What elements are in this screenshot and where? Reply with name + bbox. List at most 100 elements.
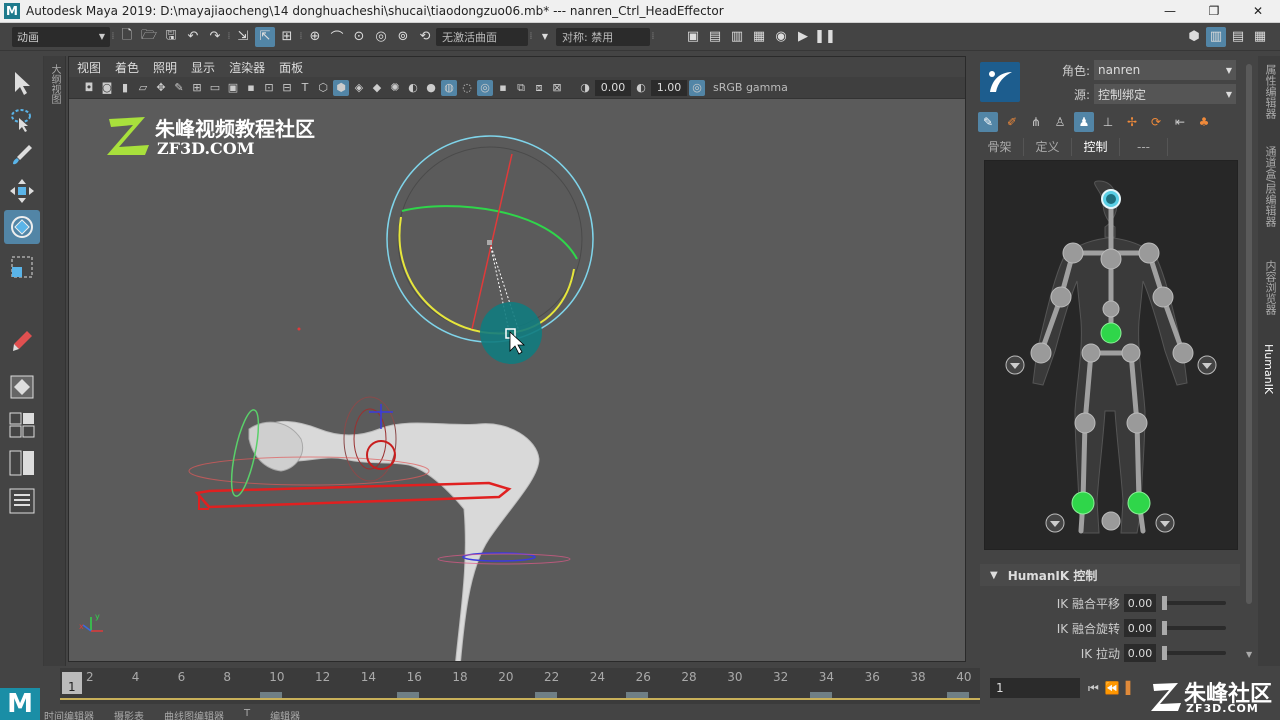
menu-panels[interactable]: 面板	[279, 59, 303, 76]
joint-right-shoulder[interactable]	[1138, 242, 1160, 264]
tab-graph-editor[interactable]: 曲线图编辑器	[164, 708, 224, 720]
shadows-icon[interactable]: ◐	[405, 80, 421, 96]
body-part-icon[interactable]: ♙	[1050, 112, 1070, 132]
joint-spine[interactable]	[1102, 300, 1120, 318]
character-dropdown[interactable]: nanren ▼	[1094, 60, 1236, 80]
workspace-toolsettings-icon[interactable]: ▦	[1250, 27, 1270, 47]
ik-blend-rotate-slider[interactable]	[1162, 621, 1226, 635]
select-edit-ik-icon[interactable]: ✐	[1002, 112, 1022, 132]
wireframe-on-shaded-icon[interactable]: ◈	[351, 80, 367, 96]
two-d-pan-icon[interactable]: ✥	[153, 80, 169, 96]
select-object-icon[interactable]: ⇱	[255, 26, 275, 47]
exposure-icon[interactable]: ◑	[577, 80, 593, 96]
current-frame-field[interactable]: 1	[990, 678, 1080, 698]
arnold-render-icon[interactable]: ▶	[793, 27, 813, 47]
joint-right-hip[interactable]	[1121, 343, 1141, 363]
joint-left-elbow[interactable]	[1050, 286, 1072, 308]
xray-icon[interactable]: ◍	[441, 79, 457, 96]
paint-select-tool-icon[interactable]	[4, 138, 40, 172]
pin-reach-icon[interactable]: ♣	[1194, 112, 1214, 132]
full-body-icon[interactable]: ⋔	[1026, 112, 1046, 132]
source-dropdown[interactable]: 控制绑定 ▼	[1094, 84, 1236, 104]
camera-select-icon[interactable]: ◘	[81, 80, 97, 96]
ik-blend-translate-slider[interactable]	[1162, 596, 1226, 610]
layout-four-icon[interactable]	[4, 408, 40, 442]
tab-more[interactable]: ---	[1120, 138, 1168, 156]
symmetry-caret-icon[interactable]: ▼	[535, 27, 555, 47]
multisample-icon[interactable]: ▪	[495, 80, 511, 96]
joint-left-wrist[interactable]	[1030, 342, 1052, 364]
hypershade-icon[interactable]: ◉	[771, 27, 791, 47]
snap-curve-icon[interactable]: ⌒	[327, 27, 347, 47]
sculpt-tool-icon[interactable]	[4, 324, 40, 358]
joint-left-shoulder[interactable]	[1062, 242, 1084, 264]
workspace-channel-icon[interactable]: ▤	[1228, 27, 1248, 47]
symmetry-dropdown[interactable]: 对称: 禁用	[556, 27, 650, 46]
joint-right-knee[interactable]	[1126, 412, 1148, 434]
ik-pull-slider[interactable]	[1162, 646, 1226, 660]
field-chart-icon[interactable]: ⊡	[261, 80, 277, 96]
grease-pencil-icon[interactable]: ✎	[171, 80, 187, 96]
tab-attribute-editor[interactable]: 属性编辑器	[1262, 64, 1278, 119]
pin-rotate-icon[interactable]: ⟳	[1146, 112, 1166, 132]
color-management-icon[interactable]: ◎	[689, 79, 705, 96]
tab-content-browser[interactable]: 内容浏览器	[1262, 260, 1278, 315]
workspace-attribute-icon[interactable]: ▥	[1206, 26, 1226, 47]
slider-knob[interactable]	[1162, 621, 1167, 635]
menu-show[interactable]: 显示	[191, 59, 215, 76]
motion-blur-icon[interactable]: ⧈	[531, 80, 547, 96]
step-back-frame-icon[interactable]: ▌	[1126, 681, 1135, 695]
rotate-manipulator[interactable]	[386, 135, 594, 364]
grid-icon[interactable]: ⊞	[189, 80, 205, 96]
joint-hips[interactable]	[1100, 322, 1122, 344]
camera-attributes-icon[interactable]: ◙	[99, 80, 115, 96]
minimize-button[interactable]: —	[1148, 0, 1192, 23]
image-plane-icon[interactable]: ▱	[135, 80, 151, 96]
bookmark-icon[interactable]: ▮	[117, 80, 133, 96]
ipr-render-icon[interactable]: ▥	[727, 27, 747, 47]
open-scene-icon[interactable]: 🗁	[139, 27, 159, 47]
joint-left-ankle[interactable]	[1071, 491, 1095, 515]
select-tool-icon[interactable]	[4, 66, 40, 100]
pinning-icon[interactable]: ⊥	[1098, 112, 1118, 132]
safe-title-icon[interactable]: T	[297, 80, 313, 96]
joint-left-hip[interactable]	[1081, 343, 1101, 363]
scale-tool-icon[interactable]	[4, 250, 40, 284]
viewport-3d[interactable]: 朱峰视频教程社区 ZF3D.COM y x	[69, 99, 965, 661]
time-slider[interactable]: 1 2 4 6 8 10 12 14 16 18 20 22 24 26 28 30 32 34 36 38 40	[60, 668, 1061, 704]
render-view-icon[interactable]: ▣	[683, 27, 703, 47]
scroll-down-icon[interactable]: ▼	[1246, 650, 1252, 659]
snap-view-icon[interactable]: ◎	[371, 27, 391, 47]
rotate-tool-icon[interactable]	[4, 210, 40, 244]
snap-vertex-icon[interactable]: ⟲	[415, 27, 435, 47]
undo-icon[interactable]: ↶	[183, 27, 203, 47]
tab-dope-sheet[interactable]: 摄影表	[114, 708, 144, 720]
selection-mode-icon[interactable]: ♟	[1074, 112, 1094, 132]
menu-lighting[interactable]: 照明	[153, 59, 177, 76]
snap-point-icon[interactable]: ⊙	[349, 27, 369, 47]
safe-action-icon[interactable]: ⊟	[279, 80, 295, 96]
layout-single-icon[interactable]	[4, 370, 40, 404]
tab-definition[interactable]: 定义	[1024, 138, 1072, 156]
resolution-gate-icon[interactable]: ▣	[225, 80, 241, 96]
layout-two-icon[interactable]	[4, 446, 40, 480]
pin-none-icon[interactable]: ⇤	[1170, 112, 1190, 132]
tab-skeleton[interactable]: 骨架	[976, 138, 1024, 156]
film-gate-icon[interactable]: ▭	[207, 80, 223, 96]
menuset-dropdown[interactable]: 动画 ▼	[12, 26, 110, 47]
tab-channel-box[interactable]: 通道盒/层编辑器	[1262, 146, 1278, 227]
use-all-lights-icon[interactable]: ✺	[387, 80, 403, 96]
joint-chest[interactable]	[1100, 248, 1122, 270]
live-surface-field[interactable]: 无激活曲面	[436, 27, 528, 46]
move-tool-icon[interactable]	[4, 174, 40, 208]
step-back-icon[interactable]: ⏪	[1105, 681, 1120, 695]
pin-translate-icon[interactable]: ✢	[1122, 112, 1142, 132]
scrollbar-thumb[interactable]	[1246, 64, 1252, 604]
wireframe-icon[interactable]: ⬡	[315, 80, 331, 96]
joint-left-knee[interactable]	[1074, 412, 1096, 434]
collapse-triangle-icon[interactable]: ▼	[990, 570, 998, 581]
render-current-icon[interactable]: ▤	[705, 27, 725, 47]
select-edit-fk-icon[interactable]: ✎	[978, 112, 998, 132]
menu-renderer[interactable]: 渲染器	[229, 59, 265, 76]
humanik-scrollbar[interactable]: ▼	[1246, 64, 1254, 662]
